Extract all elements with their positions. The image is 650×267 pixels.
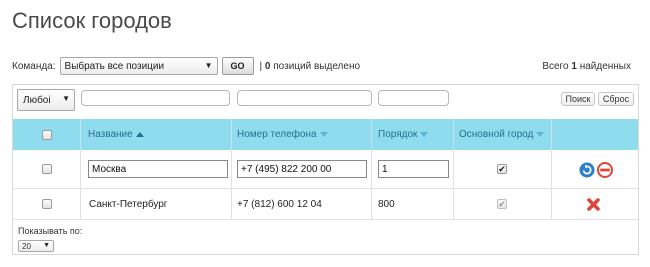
page-size-select[interactable]: 20 ▼	[18, 240, 54, 252]
filter-row: Любоі ▼ Поиск Сброс	[13, 85, 638, 119]
go-button[interactable]: GO	[221, 57, 254, 75]
city-name-input[interactable]: Москва	[88, 160, 228, 178]
order-cell: 1	[378, 150, 450, 188]
header-select-cell	[13, 119, 80, 150]
row-select-cell	[13, 189, 80, 219]
header-phone[interactable]: Номер телефона	[237, 119, 367, 150]
sort-indicator-icon	[536, 132, 545, 137]
selected-suffix: позиций выделено	[273, 60, 361, 72]
sort-ascending-icon	[135, 132, 144, 137]
delete-button[interactable]	[586, 197, 601, 212]
total-suffix: найденных	[579, 60, 631, 72]
chevron-down-icon: ▼	[62, 94, 70, 103]
sort-indicator-icon	[319, 132, 328, 137]
order-input[interactable]: 1	[378, 160, 449, 178]
city-name: Санкт-Петербург	[89, 198, 168, 210]
table-row: Санкт-Петербург +7 (812) 600 12 04 800 ✔	[13, 189, 638, 220]
main-city-cell: ✔	[453, 189, 551, 219]
table-header: Название Номер телефона Порядок Основной…	[13, 119, 638, 150]
column-header-label: Название	[88, 129, 133, 140]
row-select-cell	[13, 150, 80, 188]
command-select[interactable]: Выбрать все позиции ▼	[59, 57, 218, 75]
order-value: 800	[378, 198, 395, 210]
sort-indicator-icon	[420, 132, 429, 137]
pager: Показывать по: 20 ▼	[13, 220, 638, 254]
command-label: Команда:	[12, 60, 56, 72]
total-prefix: Всего	[542, 60, 569, 72]
phone-cell: +7 (495) 822 200 00	[237, 150, 367, 188]
column-header-label: Основной город	[459, 129, 534, 140]
selection-info: | 0 позиций выделено	[259, 60, 361, 72]
row-checkbox[interactable]	[41, 199, 52, 209]
status-filter-value: Любоі	[23, 94, 51, 106]
row-checkbox[interactable]	[41, 164, 52, 174]
refresh-arrow-icon	[579, 162, 595, 178]
select-all-checkbox[interactable]	[41, 129, 52, 140]
main-city-checkbox[interactable]: ✔	[497, 164, 507, 174]
name-cell: Москва	[88, 150, 228, 188]
page-title: Список городов	[12, 8, 172, 33]
command-select-value: Выбрать все позиции	[64, 60, 165, 72]
save-button[interactable]	[579, 162, 595, 178]
column-header-label: Номер телефона	[237, 129, 317, 140]
phone-filter-input[interactable]	[237, 90, 372, 106]
total-info: Всего 1 найденных	[542, 61, 631, 72]
cancel-button[interactable]	[597, 162, 613, 178]
header-main-city[interactable]: Основной город	[459, 119, 554, 150]
name-cell: Санкт-Петербург	[89, 189, 229, 219]
chevron-down-icon: ▼	[43, 242, 50, 249]
phone-cell: +7 (812) 600 12 04	[237, 189, 367, 219]
page-size-label: Показывать по:	[18, 226, 83, 236]
main-city-cell: ✔	[453, 150, 551, 188]
chevron-down-icon: ▼	[204, 61, 213, 70]
name-filter-input[interactable]	[81, 90, 230, 106]
status-filter-select[interactable]: Любоі ▼	[17, 89, 75, 111]
header-name[interactable]: Название	[88, 119, 228, 150]
order-filter-input[interactable]	[378, 90, 449, 106]
total-count: 1	[571, 60, 577, 72]
phone-number: +7 (812) 600 12 04	[237, 198, 322, 210]
header-order[interactable]: Порядок	[378, 119, 453, 150]
table-row: Москва +7 (495) 822 200 00 1 ✔	[13, 150, 638, 189]
main-city-checkbox: ✔	[497, 198, 507, 209]
page-size-value: 20	[22, 241, 31, 251]
action-bar: Команда: Выбрать все позиции ▼ GO | 0 по…	[12, 56, 640, 76]
selected-count: 0	[264, 60, 271, 72]
phone-input[interactable]: +7 (495) 822 200 00	[237, 160, 367, 178]
no-entry-icon	[597, 162, 613, 178]
delete-x-icon	[587, 198, 600, 211]
order-cell: 800	[378, 189, 450, 219]
reset-button[interactable]: Сброс	[598, 92, 634, 106]
search-button[interactable]: Поиск	[561, 92, 595, 106]
cities-table: Любоі ▼ Поиск Сброс Название Номер телеф…	[12, 84, 639, 255]
column-header-label: Порядок	[378, 129, 418, 140]
